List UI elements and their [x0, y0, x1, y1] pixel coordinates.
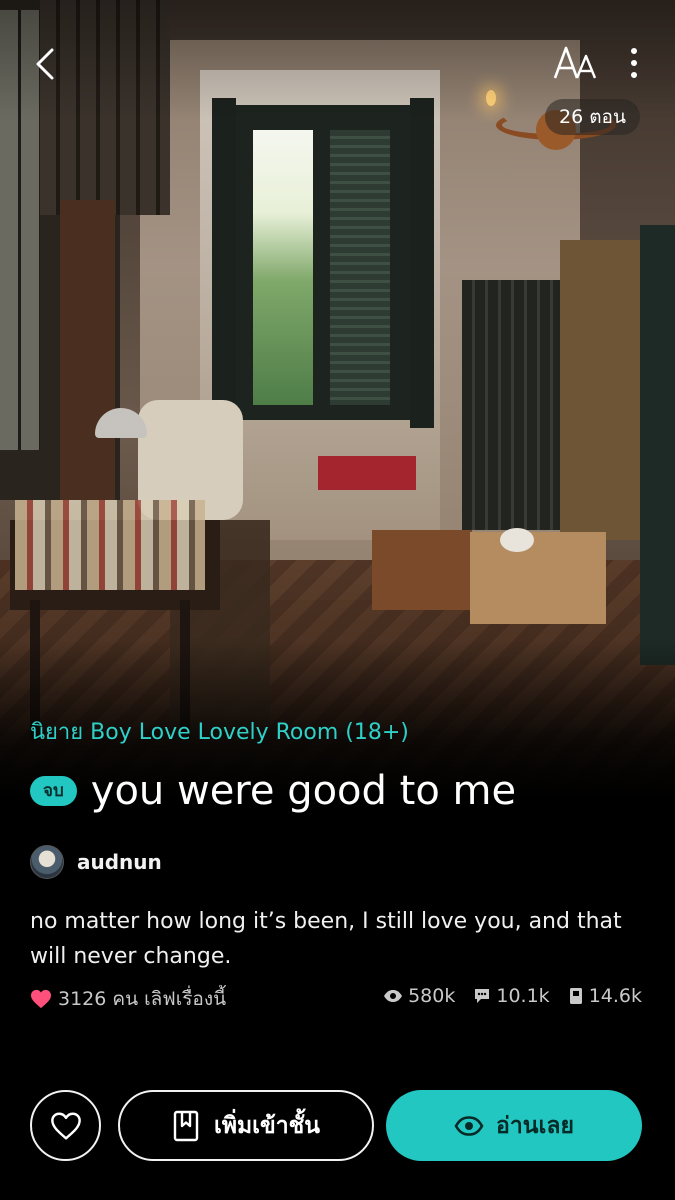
likes-count: 3126 คน เลิฟเรื่องนี้ [30, 984, 226, 1014]
library-count: 14.6k [588, 985, 642, 1007]
add-to-library-button[interactable]: เพิ่มเข้าชั้น [118, 1090, 374, 1161]
likes-label: 3126 คน เลิฟเรื่องนี้ [58, 988, 227, 1010]
read-now-label: อ่านเลย [496, 1112, 574, 1139]
comment-icon [475, 989, 490, 1003]
book-icon [569, 988, 582, 1004]
add-to-library-label: เพิ่มเข้าชั้น [213, 1112, 320, 1139]
vertical-dots-icon [631, 48, 637, 78]
back-button[interactable] [26, 44, 66, 84]
views-count: 580k [408, 985, 456, 1007]
author-name[interactable]: audnun [77, 850, 162, 874]
status-badge: จบ [30, 776, 77, 806]
library-stat: 14.6k [568, 985, 642, 1007]
story-category[interactable]: นิยาย Boy Love Lovely Room (18+) [30, 714, 409, 749]
story-title: you were good to me [90, 768, 517, 814]
eye-icon [384, 990, 403, 1002]
bookmark-book-icon [173, 1110, 199, 1141]
font-size-button[interactable] [553, 44, 601, 84]
more-options-button[interactable] [619, 44, 649, 84]
episode-count-badge: 26 ตอน [545, 99, 640, 135]
comments-count: 10.1k [496, 985, 550, 1007]
eye-icon [454, 1115, 484, 1136]
story-stats: 580k 10.1k 14.6k [365, 985, 642, 1007]
views-stat: 580k [383, 985, 455, 1007]
heart-icon [31, 989, 51, 1009]
heart-outline-icon [50, 1112, 81, 1139]
author-row[interactable]: audnun [30, 845, 162, 879]
title-row: จบ you were good to me [30, 768, 516, 814]
story-description: no matter how long it’s been, I still lo… [30, 909, 622, 969]
avatar[interactable] [30, 845, 64, 879]
comments-stat: 10.1k [473, 985, 550, 1007]
read-now-button[interactable]: อ่านเลย [386, 1090, 642, 1161]
text-size-icon [553, 46, 597, 79]
chevron-left-icon [36, 48, 54, 80]
favorite-button[interactable] [30, 1090, 101, 1161]
